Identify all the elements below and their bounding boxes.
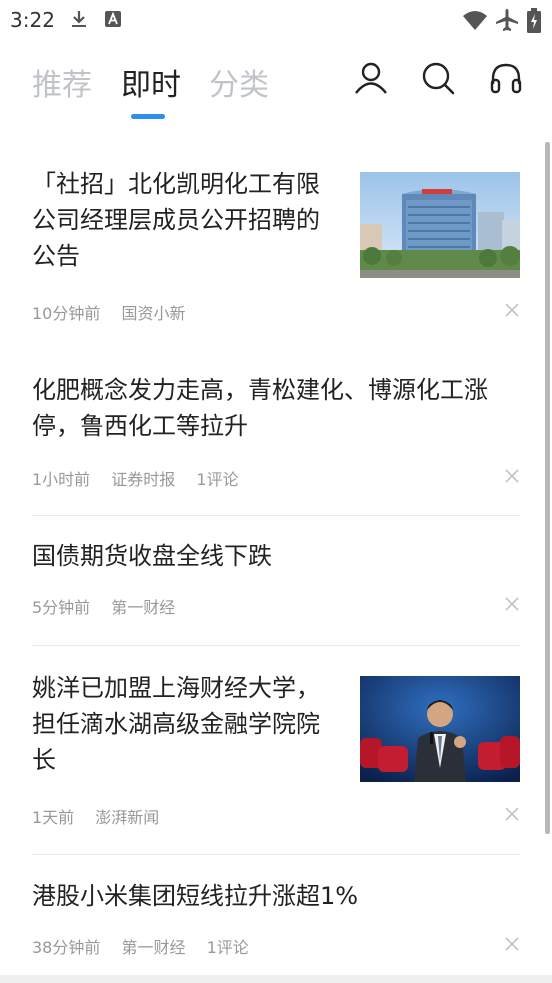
news-item[interactable]: 姚洋已加盟上海财经大学， 担任滴水湖高级金融学院院 长 1天前 澎湃新闻 xyxy=(32,670,520,840)
divider xyxy=(32,515,520,516)
headphones-icon[interactable] xyxy=(488,60,524,96)
news-title-line: 港股小米集团短线拉升涨超1% xyxy=(32,882,359,910)
close-icon[interactable] xyxy=(504,302,520,318)
news-meta: 1天前 澎湃新闻 xyxy=(32,804,175,828)
news-title-line: 「社招」北化凯明化工有限 xyxy=(32,170,320,198)
news-item[interactable]: 港股小米集团短线拉升涨超1% 38分钟前 第一财经 1评论 xyxy=(32,878,520,978)
news-source: 证券时报 xyxy=(111,470,176,489)
news-time: 38分钟前 xyxy=(32,938,101,957)
news-meta: 10分钟前 国资小新 xyxy=(32,300,201,324)
download-icon xyxy=(72,11,86,27)
news-item[interactable]: 化肥概念发力走高，青松建化、博源化工涨 停，鲁西化工等拉升 1小时前 证券时报 … xyxy=(32,372,520,492)
news-time: 1天前 xyxy=(32,808,75,827)
news-item[interactable]: 国债期货收盘全线下跌 5分钟前 第一财经 xyxy=(32,538,520,638)
tab-recommended[interactable]: 推荐 xyxy=(32,60,92,104)
news-title-line: 停，鲁西化工等拉升 xyxy=(32,412,248,440)
news-title-line: 国债期货收盘全线下跌 xyxy=(32,542,272,570)
news-thumbnail xyxy=(360,172,520,278)
news-time: 10分钟前 xyxy=(32,304,101,323)
news-title-line: 公司经理层成员公开招聘的 xyxy=(32,206,320,234)
close-icon[interactable] xyxy=(504,596,520,612)
divider xyxy=(32,854,520,855)
news-feed: 「社招」北化凯明化工有限 公司经理层成员公开招聘的 公告 10分钟前 国资小新 … xyxy=(0,128,552,983)
news-source: 第一财经 xyxy=(121,938,186,957)
news-title-line: 公告 xyxy=(32,242,80,270)
close-icon[interactable] xyxy=(504,806,520,822)
news-thumbnail xyxy=(360,676,520,782)
news-title-line: 姚洋已加盟上海财经大学， xyxy=(32,674,320,702)
divider xyxy=(32,645,520,646)
news-meta: 38分钟前 第一财经 1评论 xyxy=(32,934,265,958)
news-title-line: 担任滴水湖高级金融学院院 xyxy=(32,710,320,738)
news-item[interactable]: 「社招」北化凯明化工有限 公司经理层成员公开招聘的 公告 10分钟前 国资小新 xyxy=(32,166,520,336)
top-navigation: 推荐 即时 分类 xyxy=(0,40,552,128)
battery-charging-icon xyxy=(527,8,541,33)
news-title-line: 化肥概念发力走高，青松建化、博源化工涨 xyxy=(32,376,488,404)
scrollbar[interactable] xyxy=(545,142,550,834)
news-comments: 1评论 xyxy=(206,938,249,957)
office-building-photo xyxy=(360,172,520,278)
news-source: 第一财经 xyxy=(111,598,176,617)
font-a-icon xyxy=(105,11,121,27)
news-title: 化肥概念发力走高，青松建化、博源化工涨 停，鲁西化工等拉升 xyxy=(32,372,488,444)
news-title-line: 长 xyxy=(32,746,56,774)
news-meta: 5分钟前 第一财经 xyxy=(32,594,191,618)
news-title: 国债期货收盘全线下跌 xyxy=(32,538,272,574)
news-comments: 1评论 xyxy=(196,470,239,489)
wifi-icon xyxy=(463,11,487,30)
status-time: 3:22 xyxy=(10,8,55,32)
active-tab-indicator xyxy=(131,114,165,119)
news-title: 姚洋已加盟上海财经大学， 担任滴水湖高级金融学院院 长 xyxy=(32,670,320,778)
tab-categories[interactable]: 分类 xyxy=(209,60,269,104)
news-source: 澎湃新闻 xyxy=(95,808,160,827)
news-title: 港股小米集团短线拉升涨超1% xyxy=(32,878,358,914)
bottom-edge xyxy=(0,975,552,983)
news-time: 5分钟前 xyxy=(32,598,91,617)
tab-realtime[interactable]: 即时 xyxy=(121,60,181,104)
news-meta: 1小时前 证券时报 1评论 xyxy=(32,466,255,490)
close-icon[interactable] xyxy=(504,936,520,952)
news-title: 「社招」北化凯明化工有限 公司经理层成员公开招聘的 公告 xyxy=(32,166,320,274)
news-source: 国资小新 xyxy=(121,304,186,323)
status-bar: 3:22 xyxy=(0,0,552,40)
news-time: 1小时前 xyxy=(32,470,91,489)
airplane-icon xyxy=(496,9,518,31)
search-icon[interactable] xyxy=(420,60,456,96)
close-icon[interactable] xyxy=(504,468,520,484)
user-icon[interactable] xyxy=(353,60,389,96)
speaker-on-stage-photo xyxy=(360,676,520,782)
